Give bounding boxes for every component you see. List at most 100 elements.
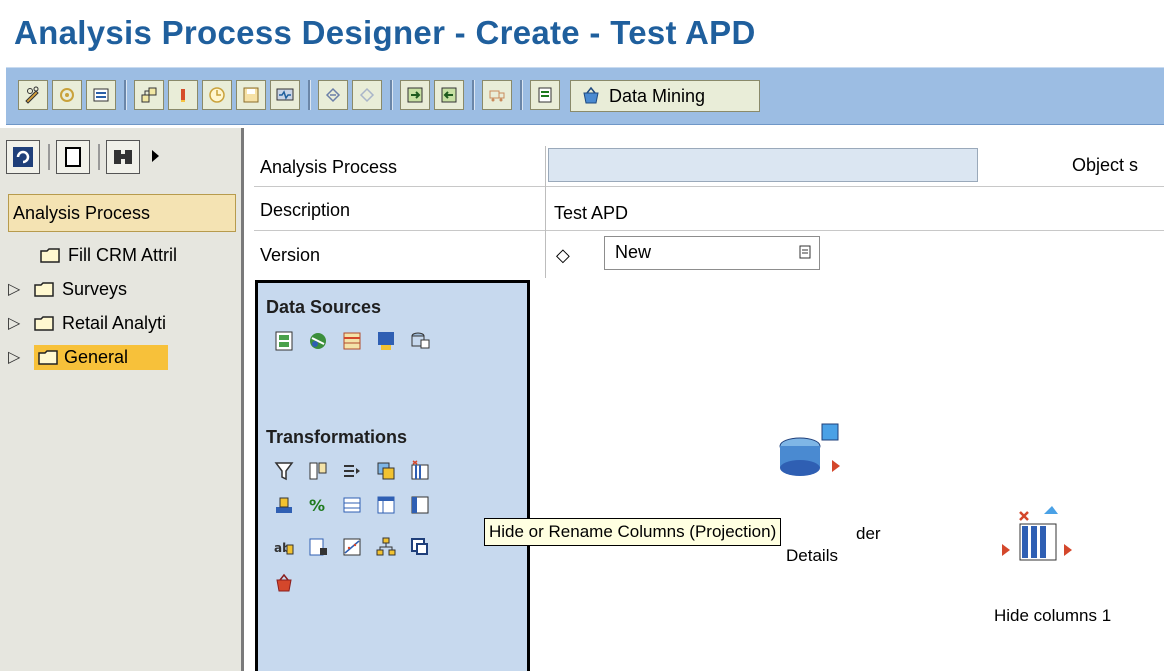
transport-in-icon: [407, 87, 423, 103]
analysis-process-field[interactable]: [548, 148, 978, 182]
monitor-icon: [276, 88, 294, 101]
version-label: Version: [260, 245, 321, 265]
list-icon: [93, 88, 109, 102]
folder-icon: [34, 281, 54, 297]
navigation-toolbar: [6, 136, 238, 180]
tree-item-label: Surveys: [62, 278, 128, 299]
new-button[interactable]: [56, 140, 90, 174]
data-mining-label: Data Mining: [609, 85, 706, 106]
selected-highlight: General: [34, 344, 169, 370]
hide-columns-node-label: Hide columns 1: [994, 606, 1112, 625]
save-button[interactable]: [236, 80, 266, 110]
description-row: Description: [254, 190, 1164, 231]
redo-icon: [359, 87, 375, 103]
hierarchy-button[interactable]: [134, 80, 164, 110]
transport-in-button[interactable]: [400, 80, 430, 110]
union-icon[interactable]: [374, 459, 398, 483]
folder-icon: [40, 247, 60, 263]
monitor-button[interactable]: [270, 80, 300, 110]
description-value[interactable]: Test APD: [554, 194, 628, 232]
tree-item-general[interactable]: ▷ General: [0, 340, 240, 374]
transport-out-button[interactable]: [434, 80, 464, 110]
projection-tooltip: Hide or Rename Columns (Projection): [484, 518, 782, 546]
decision-tree-icon[interactable]: [374, 535, 398, 559]
database-table-icon[interactable]: [408, 329, 432, 353]
regression-icon[interactable]: [340, 535, 364, 559]
undo-button[interactable]: [318, 80, 348, 110]
columns-to-rows-icon[interactable]: [306, 535, 330, 559]
sort-icon[interactable]: [340, 493, 364, 517]
projection-icon[interactable]: [408, 493, 432, 517]
hide-columns-node-icon[interactable]: [1000, 504, 1074, 566]
expand-icon[interactable]: ▷: [8, 347, 22, 367]
object-status-label: Object s: [1072, 155, 1139, 175]
source-node-label-partial: der: [856, 524, 881, 543]
expand-icon[interactable]: ▷: [8, 313, 22, 333]
dropdown-icon[interactable]: [799, 245, 811, 259]
version-status-icon: ◇: [556, 245, 570, 265]
schedule-button[interactable]: [202, 80, 232, 110]
version-value: New: [615, 242, 652, 262]
source-node-label: Details: [786, 546, 838, 565]
analysis-process-label: Analysis Process: [260, 157, 398, 177]
transpose-icon[interactable]: [340, 459, 364, 483]
pencil-glasses-icon: [25, 86, 39, 104]
info-button[interactable]: [168, 80, 198, 110]
redo-button[interactable]: [352, 80, 382, 110]
expand-icon[interactable]: ▷: [8, 279, 22, 299]
aggregate-icon[interactable]: [272, 493, 296, 517]
transformations-title: Transformations: [266, 427, 408, 447]
truck-button[interactable]: [482, 80, 512, 110]
folder-icon: [38, 349, 58, 365]
data-mining-basket-icon[interactable]: [272, 571, 296, 595]
process-canvas[interactable]: der Details Hide columns 1: [530, 280, 1164, 671]
change-display-button[interactable]: [18, 80, 48, 110]
tree-item-retail-analytics[interactable]: ▷ Retail Analyti: [0, 306, 240, 340]
clustering-icon[interactable]: [408, 535, 432, 559]
scroll-right-icon[interactable]: [152, 150, 159, 162]
formula-icon[interactable]: %: [306, 493, 330, 517]
tree-item-fill-crm[interactable]: ▷ Fill CRM Attril: [0, 238, 240, 272]
table-icon[interactable]: [340, 329, 364, 353]
info-icon: [181, 89, 185, 102]
source-node-icon[interactable]: [774, 420, 844, 480]
transport-out-icon: [441, 87, 457, 103]
cycle-icon: [60, 88, 74, 102]
tree-item-label: Fill CRM Attril: [68, 244, 177, 265]
folder-icon: [34, 315, 54, 331]
version-field[interactable]: New: [604, 236, 820, 270]
process-tree: ▷ Fill CRM Attril ▷ Surveys ▷ Retail Ana…: [0, 238, 240, 374]
document-icon: [538, 87, 552, 103]
assign-button[interactable]: [52, 80, 82, 110]
refresh-button[interactable]: [6, 140, 40, 174]
hierarchy-icon: [141, 87, 157, 103]
tool-palette: Data Sources Transformations % ab: [255, 280, 530, 671]
analysis-process-header[interactable]: Analysis Process: [8, 194, 236, 232]
abap-routine-icon[interactable]: ab: [272, 535, 296, 559]
undo-icon: [325, 87, 341, 103]
query-icon[interactable]: [306, 329, 330, 353]
clock-icon: [209, 87, 225, 103]
application-toolbar: Data Mining: [6, 67, 1164, 125]
tree-item-label: General: [64, 346, 129, 367]
flat-file-icon[interactable]: [374, 329, 398, 353]
join-icon[interactable]: [306, 459, 330, 483]
save-icon: [243, 87, 259, 103]
data-mining-button[interactable]: Data Mining: [570, 80, 760, 112]
tree-item-surveys[interactable]: ▷ Surveys: [0, 272, 240, 306]
hide-columns-icon[interactable]: [408, 459, 432, 483]
filter-icon[interactable]: [272, 459, 296, 483]
description-label: Description: [260, 200, 351, 220]
window-title: Analysis Process Designer - Create - Tes…: [14, 14, 756, 51]
svg-text:%: %: [309, 496, 325, 515]
list-transform-icon[interactable]: [374, 493, 398, 517]
document-button[interactable]: [530, 80, 560, 110]
find-button[interactable]: [106, 140, 140, 174]
infoprovider-icon[interactable]: [272, 329, 296, 353]
basket-icon: [583, 86, 599, 104]
truck-icon: [489, 90, 505, 102]
tree-item-label: Retail Analyti: [62, 312, 167, 333]
refresh-icon: [13, 147, 33, 167]
list-button[interactable]: [86, 80, 116, 110]
new-document-icon: [65, 147, 81, 167]
